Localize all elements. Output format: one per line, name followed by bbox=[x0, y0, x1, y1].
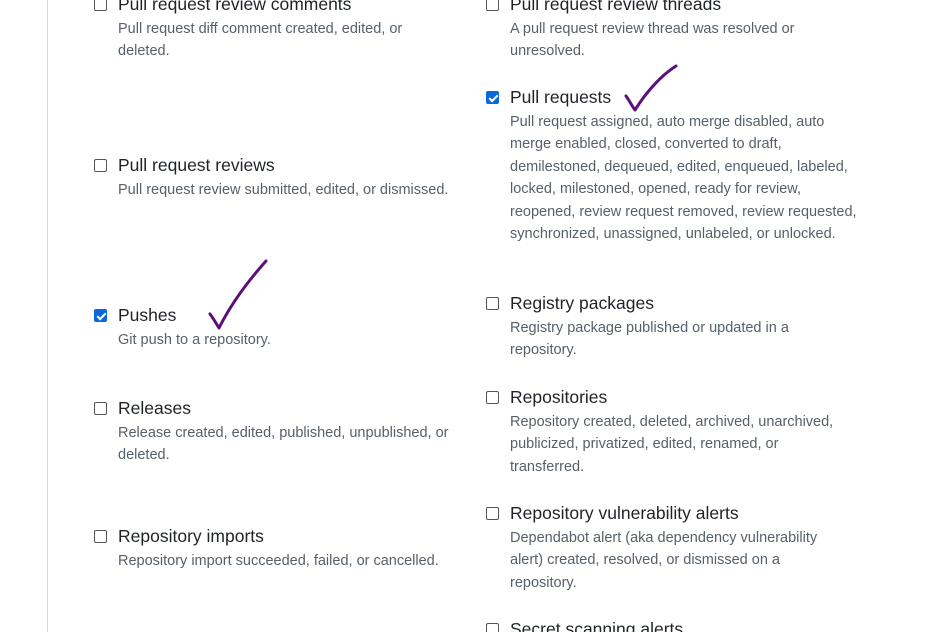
content-divider bbox=[47, 0, 48, 632]
event-description: Pull request assigned, auto merge disabl… bbox=[510, 114, 857, 243]
event-title: Repository imports bbox=[118, 526, 264, 546]
checkbox-repository-imports[interactable] bbox=[94, 530, 107, 543]
event-description: A pull request review thread was resolve… bbox=[510, 21, 795, 60]
event-title: Repository vulnerability alerts bbox=[510, 503, 739, 523]
event-title: Pushes bbox=[118, 305, 177, 325]
event-description: Repository created, deleted, archived, u… bbox=[510, 414, 834, 475]
checkbox-releases[interactable] bbox=[94, 402, 107, 415]
checkbox-pull-request-review-comments[interactable] bbox=[94, 0, 107, 11]
event-description: Git push to a repository. bbox=[118, 332, 271, 348]
checkbox-pull-request-reviews[interactable] bbox=[94, 159, 107, 172]
checkbox-repositories[interactable] bbox=[486, 391, 499, 404]
event-title: Pull requests bbox=[510, 87, 612, 107]
event-description: Pull request diff comment created, edite… bbox=[118, 21, 403, 60]
checkbox-repository-vulnerability-alerts[interactable] bbox=[486, 507, 499, 520]
event-description: Dependabot alert (aka dependency vulnera… bbox=[510, 530, 818, 591]
event-description: Registry package published or updated in… bbox=[510, 320, 789, 359]
webhook-events-page: Pull request review comments Pull reques… bbox=[0, 0, 947, 632]
handwritten-checkmark-icon bbox=[624, 64, 678, 112]
event-description: Pull request review submitted, edited, o… bbox=[118, 182, 449, 198]
event-title: Registry packages bbox=[510, 293, 654, 313]
event-title: Releases bbox=[118, 398, 191, 418]
event-title: Repositories bbox=[510, 387, 608, 407]
event-title: Pull request review threads bbox=[510, 0, 722, 14]
event-title: Secret scanning alerts bbox=[510, 619, 684, 632]
event-title: Pull request reviews bbox=[118, 155, 275, 175]
checkbox-registry-packages[interactable] bbox=[486, 297, 499, 310]
event-title: Pull request review comments bbox=[118, 0, 352, 14]
handwritten-checkmark-icon bbox=[208, 259, 268, 330]
event-description: Repository import succeeded, failed, or … bbox=[118, 553, 439, 569]
checkbox-pushes[interactable] bbox=[94, 309, 107, 322]
checkbox-secret-scanning-alerts[interactable] bbox=[486, 623, 499, 632]
checkbox-pull-request-review-threads[interactable] bbox=[486, 0, 499, 11]
checkbox-pull-requests[interactable] bbox=[486, 91, 499, 104]
event-description: Release created, edited, published, unpu… bbox=[118, 425, 449, 464]
